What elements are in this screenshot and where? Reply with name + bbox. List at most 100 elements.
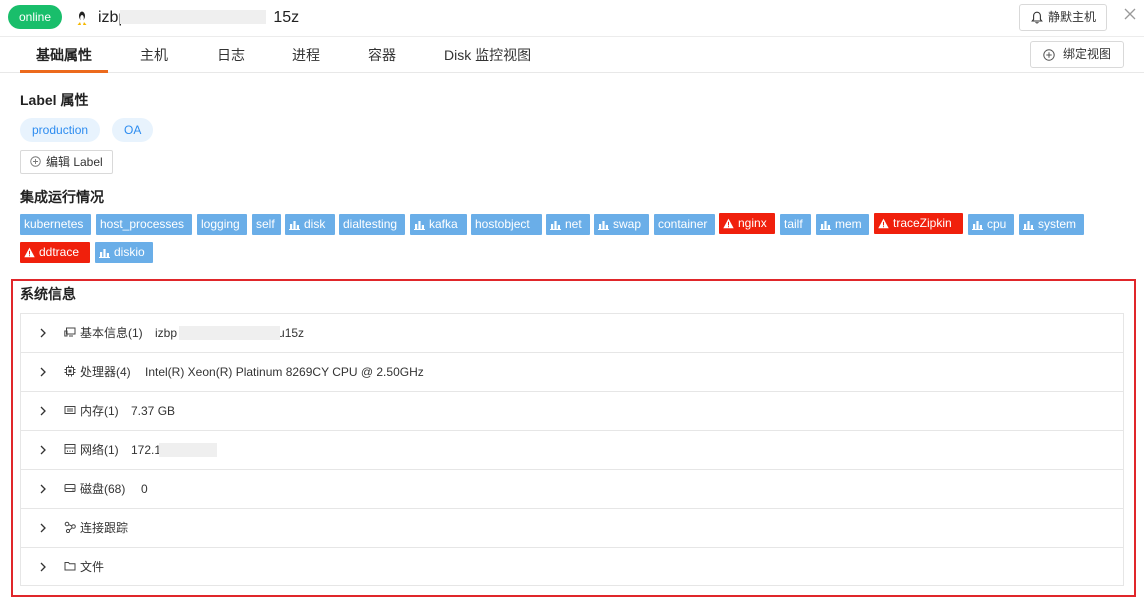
integration-chip-ddtrace[interactable]: ddtrace (20, 242, 90, 263)
row-label: 连接跟踪 (80, 521, 129, 535)
accordion-row-memory[interactable]: 内存(1) 7.37 GB (21, 392, 1123, 431)
chevron-right-icon[interactable] (39, 445, 47, 455)
integrations-section-title: 集成运行情况 (20, 189, 104, 205)
integration-chip-net[interactable]: net (546, 214, 590, 235)
row-label: 基本信息(1) (80, 326, 143, 340)
integration-chip-label: system (1038, 217, 1077, 231)
integration-chip-kubernetes[interactable]: kubernetes (20, 214, 91, 235)
label-tag: production (20, 118, 101, 142)
integration-chip-label: host_processes (100, 217, 185, 231)
chevron-right-icon[interactable] (39, 484, 47, 494)
integration-chip-container[interactable]: container (654, 214, 715, 235)
row-value: 7.37 GB (131, 404, 176, 418)
integration-chip-label: tailf (784, 217, 803, 231)
network-icon (64, 444, 76, 454)
tab-containers[interactable]: 容器 (368, 46, 396, 64)
tab-logs[interactable]: 日志 (217, 46, 245, 64)
row-label: 处理器(4) (80, 365, 131, 379)
integration-chip-tailf[interactable]: tailf (780, 214, 811, 235)
integration-chip-nginx[interactable]: nginx (719, 213, 775, 234)
integration-chip-self[interactable]: self (252, 214, 281, 235)
plus-circle-icon (30, 156, 41, 167)
tab-basic-properties[interactable]: 基础属性 (36, 46, 92, 64)
linux-icon (77, 11, 87, 25)
warning-icon (24, 247, 35, 258)
active-tab-indicator (20, 70, 108, 73)
redacted-mask (159, 443, 217, 457)
accordion-row-basic-info[interactable]: 基本信息(1) izbp u15z (21, 314, 1123, 353)
plus-circle-icon (1043, 49, 1055, 61)
tab-host[interactable]: 主机 (140, 46, 168, 64)
integration-chip-cpu[interactable]: cpu (968, 214, 1014, 235)
accordion-row-disk[interactable]: 磁盘(68) 0 (21, 470, 1123, 509)
bell-icon (1031, 11, 1043, 24)
integration-chip-label: mem (835, 217, 862, 231)
edit-label-button[interactable]: 编辑 Label (20, 150, 113, 174)
accordion-row-files[interactable]: 文件 (21, 548, 1123, 587)
integration-chip-label: disk (304, 217, 326, 231)
labels-section-title: Label 属性 (20, 92, 89, 108)
integration-chip-label: nginx (738, 216, 767, 230)
silence-host-button[interactable]: 静默主机 (1019, 4, 1107, 31)
tab-bar: 基础属性 主机 日志 进程 容器 Disk 监控视图 绑定视图 (0, 37, 1144, 73)
row-label: 文件 (80, 560, 105, 574)
integration-chip-system[interactable]: system (1019, 214, 1084, 235)
cpu-icon (64, 365, 76, 377)
chevron-right-icon[interactable] (39, 523, 47, 533)
bar-chart-icon (99, 249, 110, 258)
memory-icon (64, 406, 76, 414)
redacted-mask (179, 326, 280, 340)
bar-chart-icon (289, 221, 300, 230)
tab-processes[interactable]: 进程 (292, 46, 320, 64)
warning-icon (723, 218, 734, 229)
bar-chart-icon (1023, 221, 1034, 230)
close-icon[interactable] (1122, 6, 1138, 22)
accordion-row-processor[interactable]: 处理器(4) Intel(R) Xeon(R) Platinum 8269CY … (21, 353, 1123, 392)
integration-chip-diskio[interactable]: diskio (95, 242, 153, 263)
edit-label-text: 编辑 Label (46, 155, 103, 169)
integration-chip-mem[interactable]: mem (816, 214, 869, 235)
row-label: 网络(1) (80, 443, 119, 457)
integration-chip-label: kubernetes (24, 217, 84, 231)
integration-chip-swap[interactable]: swap (594, 214, 649, 235)
system-info-accordion: 基本信息(1) izbp u15z 处理器(4) Intel(R) Xeon(R)… (20, 313, 1124, 586)
chevron-right-icon[interactable] (39, 562, 47, 572)
chevron-right-icon[interactable] (39, 328, 47, 338)
folder-icon (64, 562, 76, 571)
chevron-right-icon[interactable] (39, 367, 47, 377)
row-label: 磁盘(68) (80, 482, 126, 496)
bar-chart-icon (550, 221, 561, 230)
bar-chart-icon (414, 221, 425, 230)
integration-chip-host-processes[interactable]: host_processes (96, 214, 192, 235)
integration-chip-logging[interactable]: logging (197, 214, 247, 235)
integration-chip-label: dialtesting (343, 217, 398, 231)
integration-chip-label: container (658, 217, 708, 231)
integration-chip-label: cpu (987, 217, 1007, 231)
integration-chip-label: diskio (114, 245, 145, 259)
bar-chart-icon (598, 221, 609, 230)
integration-chip-dialtesting[interactable]: dialtesting (339, 214, 405, 235)
integration-chip-kafka[interactable]: kafka (410, 214, 467, 235)
integration-chip-tracezipkin[interactable]: traceZipkin (874, 213, 963, 234)
host-name-suffix: 15z (273, 9, 300, 26)
integration-chip-hostobject[interactable]: hostobject (471, 214, 542, 235)
bind-view-button[interactable]: 绑定视图 (1030, 41, 1124, 68)
bar-chart-icon (820, 221, 831, 230)
integration-chip-label: traceZipkin (893, 216, 952, 230)
accordion-row-connection-tracking[interactable]: 连接跟踪 (21, 509, 1123, 548)
host-icon (64, 327, 76, 337)
row-value: 172.1 (131, 443, 162, 457)
integration-chip-label: net (565, 217, 582, 231)
integration-chip-disk[interactable]: disk (285, 214, 335, 235)
system-info-title: 系统信息 (20, 286, 76, 302)
integration-chip-label: kafka (429, 217, 458, 231)
redacted-mask (120, 10, 266, 24)
warning-icon (878, 218, 889, 229)
row-label: 内存(1) (80, 404, 119, 418)
label-tag: OA (112, 118, 154, 142)
bind-view-label: 绑定视图 (1063, 47, 1112, 61)
accordion-row-network[interactable]: 网络(1) 172.1 (21, 431, 1123, 470)
integration-chip-label: self (256, 217, 275, 231)
tab-disk-monitor-view[interactable]: Disk 监控视图 (444, 46, 531, 64)
chevron-right-icon[interactable] (39, 406, 47, 416)
